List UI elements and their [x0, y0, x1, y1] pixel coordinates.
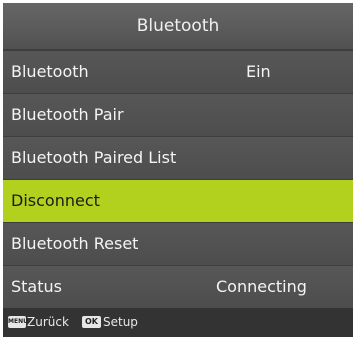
menu-item-label: Disconnect: [11, 191, 100, 210]
footer-hint-bar: MENU Zurück OK Setup: [3, 308, 353, 337]
menu-item-bluetooth-pair[interactable]: Bluetooth Pair: [3, 94, 353, 136]
menu-item-label: Bluetooth: [11, 62, 89, 81]
setup-hint-label[interactable]: Setup: [103, 315, 138, 330]
bluetooth-state-value: Ein: [246, 62, 271, 81]
status-value: Connecting: [216, 277, 307, 296]
menu-item-label: Bluetooth Pair: [11, 105, 124, 124]
menu-key-icon: MENU: [8, 316, 28, 328]
menu-item-status: Status Connecting: [3, 266, 353, 308]
menu-item-bluetooth-reset[interactable]: Bluetooth Reset: [3, 223, 353, 265]
menu-item-label: Status: [11, 277, 62, 296]
page-title: Bluetooth: [3, 3, 353, 49]
menu-item-bluetooth[interactable]: Bluetooth Ein: [3, 51, 353, 93]
menu-item-paired-list[interactable]: Bluetooth Paired List: [3, 137, 353, 179]
back-hint-label[interactable]: Zurück: [27, 315, 69, 330]
ok-key-icon: OK: [82, 316, 101, 328]
menu-item-label: Bluetooth Paired List: [11, 148, 177, 167]
bluetooth-settings-screen: Bluetooth Bluetooth Ein Bluetooth Pair B…: [3, 3, 353, 337]
menu-item-label: Bluetooth Reset: [11, 234, 139, 253]
menu-item-disconnect[interactable]: Disconnect: [3, 180, 353, 222]
